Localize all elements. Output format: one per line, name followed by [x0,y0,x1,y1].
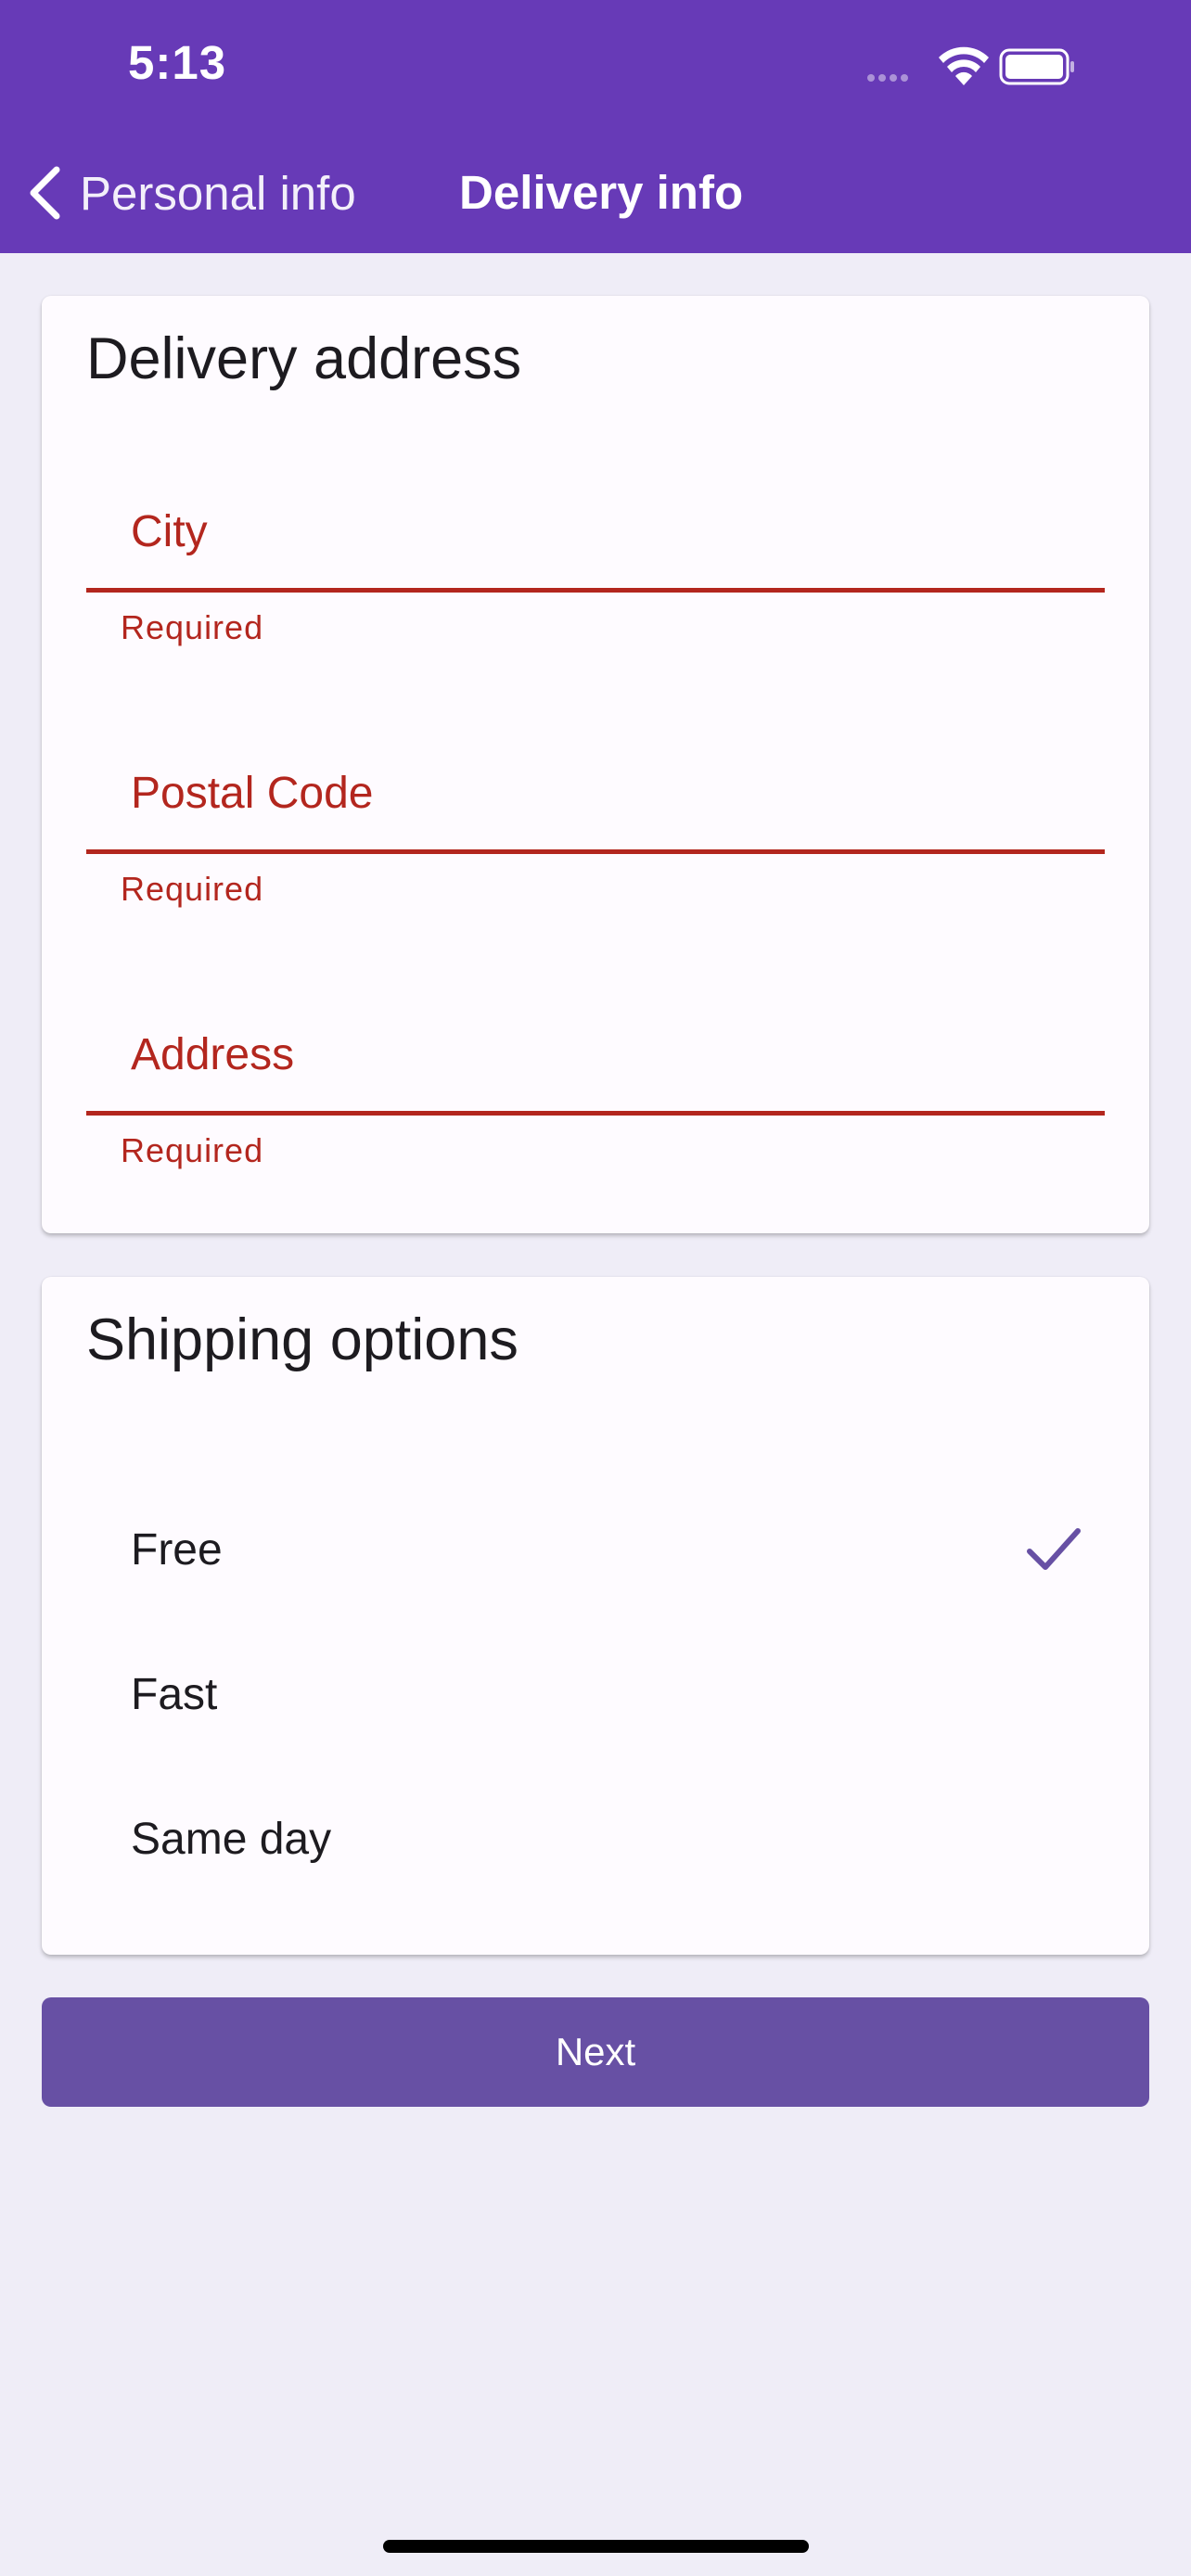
shipping-option-free[interactable]: Free [86,1481,1105,1620]
delivery-address-title: Delivery address [86,326,522,391]
chevron-left-icon [30,166,60,220]
battery-icon [999,48,1074,85]
checkmark-icon [1027,1528,1081,1570]
home-indicator [383,2540,809,2553]
address-field [86,998,1105,1118]
back-button-label: Personal info [80,166,356,220]
status-time: 5:13 [128,36,227,89]
signal-icon [867,74,908,82]
shipping-option-same-day[interactable]: Same day [86,1770,1105,1909]
city-field [86,475,1105,595]
address-error: Required [121,1131,264,1169]
postal-code-field [86,736,1105,857]
city-error: Required [121,608,264,646]
postal-code-error: Required [121,870,264,908]
address-underline [86,1111,1105,1116]
city-underline [86,588,1105,593]
app-header: 5:13 Personal info Delivery info [0,0,1191,253]
postal-code-input[interactable] [86,736,1105,849]
address-input[interactable] [86,998,1105,1111]
shipping-option-fast[interactable]: Fast [86,1626,1105,1765]
city-input[interactable] [86,475,1105,588]
next-button[interactable]: Next [42,1997,1149,2107]
shipping-option-same-day-label: Same day [131,1815,332,1864]
delivery-info-screen: 5:13 Personal info Delivery info Deliver… [0,0,1191,2576]
status-icons [866,45,1117,91]
status-icons-svg [867,46,1074,85]
postal-code-underline [86,849,1105,854]
page-title: Delivery info [459,166,744,219]
shipping-options-title: Shipping options [86,1307,519,1372]
shipping-option-free-label: Free [131,1525,223,1575]
back-button[interactable]: Personal info [28,159,356,226]
wifi-icon [939,46,989,85]
shipping-option-fast-label: Fast [131,1670,218,1719]
